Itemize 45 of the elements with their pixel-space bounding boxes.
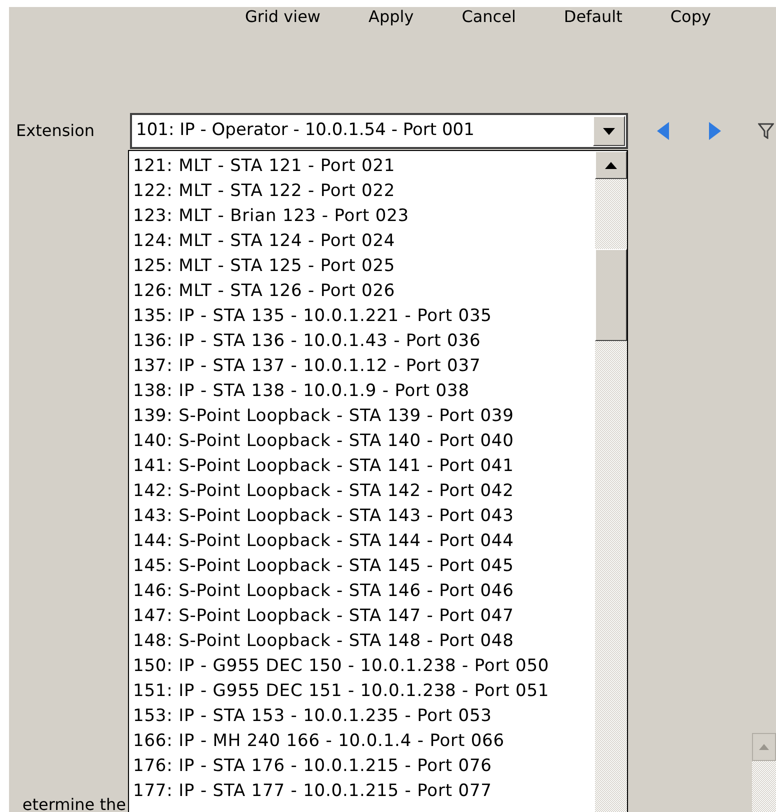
up-arrow-icon [605, 162, 617, 168]
dropdown-option[interactable]: 136: IP - STA 136 - 10.0.1.43 - Port 036 [133, 329, 595, 354]
dropdown-button[interactable] [593, 116, 625, 146]
dropdown-option[interactable]: 143: S-Point Loopback - STA 143 - Port 043 [133, 504, 595, 529]
dropdown-option[interactable]: 151: IP - G955 DEC 151 - 10.0.1.238 - Port 051 [133, 679, 595, 704]
page-scrollbar[interactable] [752, 733, 776, 812]
dropdown-value: 101: IP - Operator - 10.0.1.54 - Port 001 [135, 119, 476, 142]
dropdown-option[interactable]: 177: IP - STA 177 - 10.0.1.215 - Port 077 [133, 779, 595, 804]
dropdown-option[interactable]: 135: IP - STA 135 - 10.0.1.221 - Port 035 [133, 304, 595, 329]
up-arrow-icon [759, 744, 769, 750]
dropdown-option[interactable]: 125: MLT - STA 125 - Port 025 [133, 254, 595, 279]
dropdown-option[interactable]: 139: S-Point Loopback - STA 139 - Port 039 [133, 404, 595, 429]
dropdown-option[interactable]: 166: IP - MH 240 166 - 10.0.1.4 - Port 066 [133, 729, 595, 754]
toolbar-button[interactable]: Grid view [245, 7, 321, 27]
dropdown-option[interactable]: 148: S-Point Loopback - STA 148 - Port 048 [133, 629, 595, 654]
dropdown-option[interactable]: 140: S-Point Loopback - STA 140 - Port 040 [133, 429, 595, 454]
dropdown-option[interactable]: 146: S-Point Loopback - STA 146 - Port 046 [133, 579, 595, 604]
dropdown-option[interactable]: 123: MLT - Brian 123 - Port 023 [133, 204, 595, 229]
dropdown-option[interactable]: 144: S-Point Loopback - STA 144 - Port 044 [133, 529, 595, 554]
toolbar-button[interactable]: Apply [368, 7, 414, 27]
scroll-thumb[interactable] [595, 249, 627, 341]
dropdown-option[interactable]: 138: IP - STA 138 - 10.0.1.9 - Port 038 [133, 379, 595, 404]
filter-icon[interactable] [758, 123, 774, 139]
next-arrow-icon[interactable] [709, 122, 721, 140]
dropdown-option[interactable]: 122: MLT - STA 122 - Port 022 [133, 179, 595, 204]
dropdown-option[interactable]: 124: MLT - STA 124 - Port 024 [133, 229, 595, 254]
dropdown-option[interactable]: 147: S-Point Loopback - STA 147 - Port 047 [133, 604, 595, 629]
dropdown-option[interactable]: 121: MLT - STA 121 - Port 021 [133, 154, 595, 179]
extension-label: Extension [16, 120, 96, 142]
toolbar-button[interactable]: Default [564, 7, 622, 27]
list-scrollbar[interactable] [595, 151, 627, 812]
dropdown-option[interactable]: 150: IP - G955 DEC 150 - 10.0.1.238 - Port 050 [133, 654, 595, 679]
dropdown-option[interactable]: 142: S-Point Loopback - STA 142 - Port 042 [133, 479, 595, 504]
previous-arrow-icon[interactable] [657, 122, 669, 140]
dropdown-option[interactable]: 137: IP - STA 137 - 10.0.1.12 - Port 037 [133, 354, 595, 379]
dropdown-option[interactable]: 145: S-Point Loopback - STA 145 - Port 045 [133, 554, 595, 579]
dropdown-option[interactable]: 153: IP - STA 153 - 10.0.1.235 - Port 053 [133, 704, 595, 729]
dropdown-option[interactable]: 141: S-Point Loopback - STA 141 - Port 041 [133, 454, 595, 479]
description-text: etermine the [22, 796, 127, 812]
dropdown-option[interactable]: 176: IP - STA 176 - 10.0.1.215 - Port 076 [133, 754, 595, 779]
dropdown-option[interactable]: 126: MLT - STA 126 - Port 026 [133, 279, 595, 304]
down-arrow-icon [603, 128, 615, 134]
extension-dropdown[interactable]: 101: IP - Operator - 10.0.1.54 - Port 001 [130, 113, 628, 149]
toolbar-button[interactable]: Cancel [462, 7, 516, 27]
toolbar-button[interactable]: Copy [670, 7, 711, 27]
